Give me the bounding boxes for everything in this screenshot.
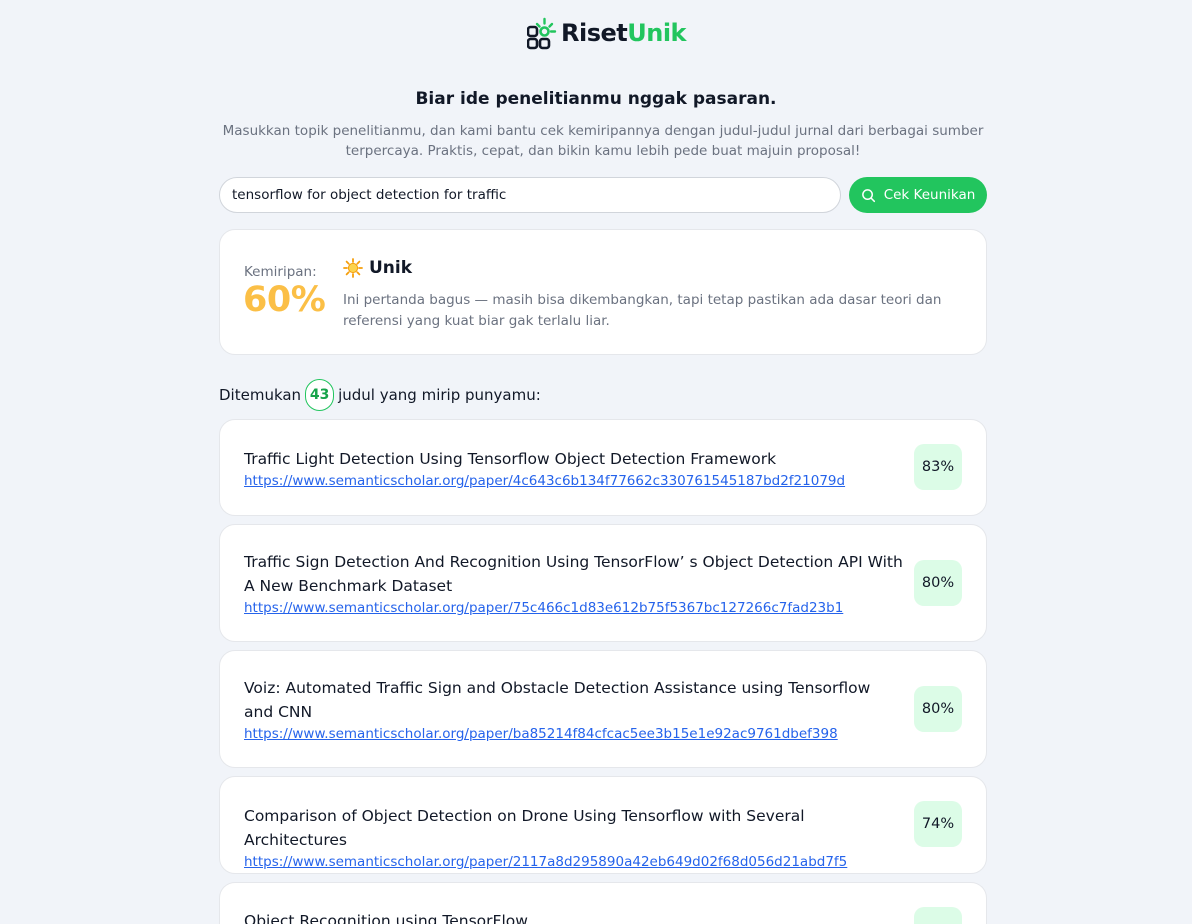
paper-card: Voiz: Automated Traffic Sign and Obstacl… (219, 650, 987, 768)
paper-title: Voiz: Automated Traffic Sign and Obstacl… (244, 679, 871, 721)
paper-card: Comparison of Object Detection on Drone … (219, 776, 987, 874)
page: RisetUnik Biar ide penelitianmu nggak pa… (0, 0, 1192, 924)
similarity-label: Kemiripan: (244, 264, 317, 280)
hero-subtitle: Masukkan topik penelitianmu, dan kami ba… (222, 123, 984, 159)
similarity-value: 60% (243, 280, 326, 320)
found-summary: Ditemukan 43 judul yang mirip punyamu: (219, 379, 541, 411)
logo-text-part2: Unik (627, 19, 687, 47)
paper-card: Traffic Light Detection Using Tensorflow… (219, 419, 987, 516)
paper-title: Comparison of Object Detection on Drone … (244, 807, 805, 849)
paper-title: Traffic Sign Detection And Recognition U… (244, 553, 903, 595)
paper-similarity-badge: 80% (914, 560, 962, 606)
paper-similarity-badge: 80% (914, 686, 962, 732)
sun-icon (343, 258, 363, 278)
similarity-result-card: Kemiripan: 60% Unik Ini pertanda bagus —… (219, 229, 987, 355)
found-suffix: judul yang mirip punyamu: (338, 386, 541, 404)
paper-title: Traffic Light Detection Using Tensorflow… (244, 450, 777, 468)
paper-card: Object Recognition using TensorFlow (219, 882, 987, 924)
paper-similarity-badge: 74% (914, 801, 962, 847)
found-count-badge: 43 (305, 379, 335, 411)
search-icon (861, 188, 875, 202)
logo[interactable]: RisetUnik (527, 16, 687, 50)
logo-wordmark: RisetUnik (561, 16, 687, 50)
paper-similarity-badge: 83% (914, 444, 962, 490)
verdict-description: Ini pertanda bagus — masih bisa dikemban… (343, 292, 942, 329)
paper-card: Traffic Sign Detection And Recognition U… (219, 524, 987, 642)
paper-similarity-badge (914, 907, 962, 924)
check-uniqueness-label: Cek Keunikan (883, 187, 976, 203)
topic-search-input[interactable] (219, 177, 841, 213)
paper-link[interactable]: https://www.semanticscholar.org/paper/4c… (244, 472, 904, 490)
paper-link[interactable]: https://www.semanticscholar.org/paper/75… (244, 599, 904, 617)
hero-title: Biar ide penelitianmu nggak pasaran. (415, 89, 777, 109)
paper-link[interactable]: https://www.semanticscholar.org/paper/21… (244, 853, 904, 871)
found-prefix: Ditemukan (219, 386, 302, 404)
logo-mark-icon (527, 17, 557, 50)
paper-title: Object Recognition using TensorFlow (244, 912, 528, 924)
logo-text-part1: Riset (561, 19, 628, 47)
verdict-label: Unik (369, 258, 413, 278)
verdict: Unik (343, 258, 412, 278)
check-uniqueness-button[interactable]: Cek Keunikan (849, 177, 987, 213)
paper-link[interactable]: https://www.semanticscholar.org/paper/ba… (244, 725, 904, 743)
